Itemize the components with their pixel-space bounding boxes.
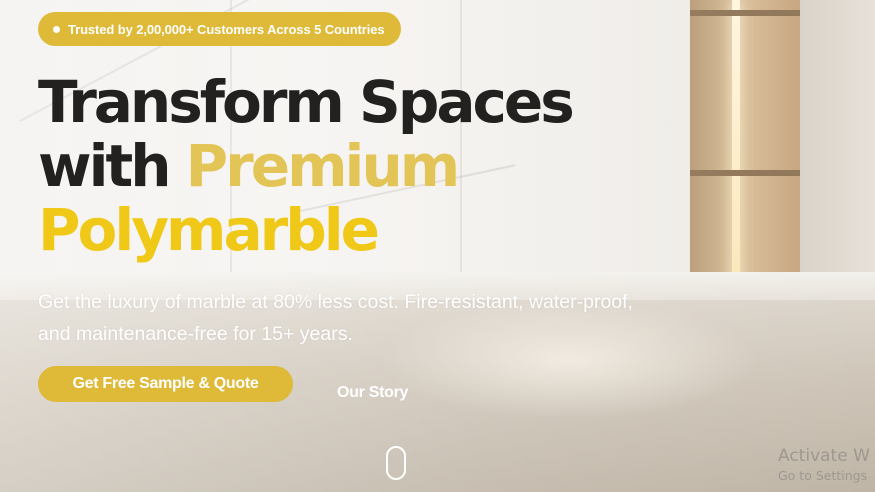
trust-badge-label: Trusted by 2,00,000+ Customers Across 5 …	[68, 21, 385, 37]
watermark-subtitle: Go to Settings	[778, 468, 868, 483]
mouse-scroll-icon[interactable]	[386, 446, 406, 480]
dot-icon	[53, 25, 60, 33]
hero-headline: Transform Spaces with Premium Polymarble	[38, 68, 575, 264]
hero-subtext: Get the luxury of marble at 80% less cos…	[38, 291, 633, 345]
headline-line-2: with Premium	[38, 134, 572, 198]
trust-badge: Trusted by 2,00,000+ Customers Across 5 …	[38, 12, 401, 46]
windows-activation-watermark: Activate W Go to Settings	[778, 445, 870, 485]
headline-accent-polymarble: Polymarble	[38, 196, 380, 264]
headline-line-1: Transform Spaces	[38, 68, 575, 136]
our-story-link[interactable]: Our Story	[337, 384, 408, 402]
headline-plain-text: with	[38, 132, 186, 200]
headline-accent-premium: Premium	[185, 132, 460, 200]
get-free-sample-button[interactable]: Get Free Sample & Quote	[38, 366, 293, 402]
watermark-title: Activate W	[778, 446, 870, 466]
